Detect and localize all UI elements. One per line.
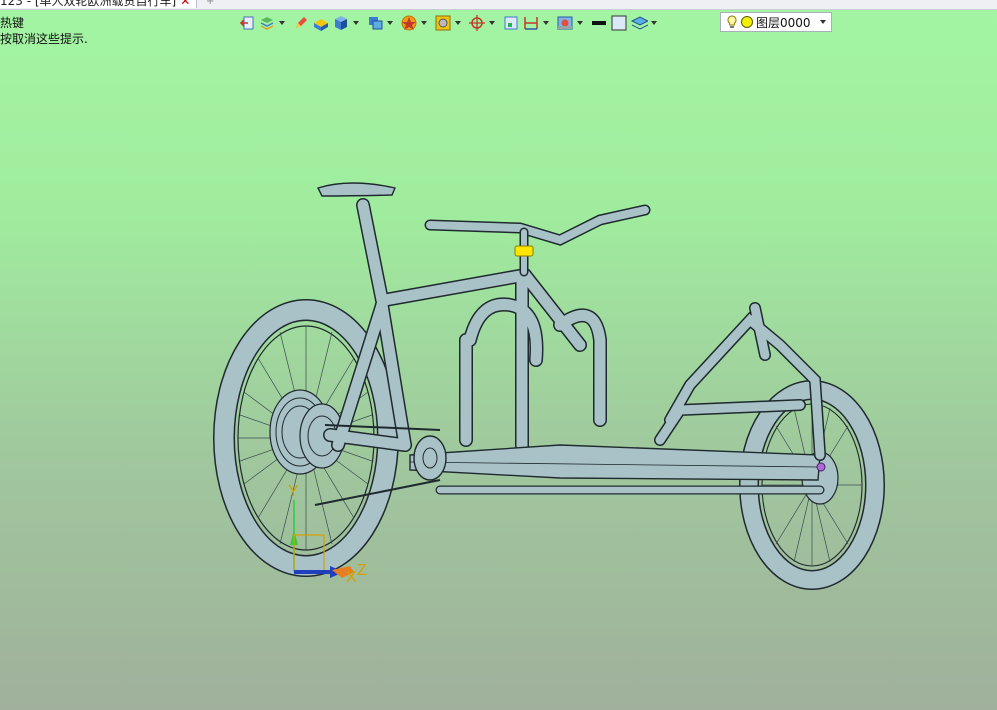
pencil-icon[interactable] [292, 14, 310, 32]
document-tab-bar: 123 - [单人双轮欧洲载货自行车] ✕ + [0, 0, 997, 10]
box-yellow-icon[interactable] [312, 14, 330, 32]
document-tab-title: 123 - [单人双轮欧洲载货自行车] [0, 0, 177, 8]
cad-viewport[interactable]: Y X Z [0, 40, 997, 710]
polygon-star-icon[interactable] [400, 14, 418, 32]
color-swatch-icon[interactable] [590, 14, 608, 32]
polygon-dropdown-arrow[interactable] [420, 14, 428, 32]
layers-dropdown-arrow[interactable] [278, 14, 286, 32]
small-box-icon[interactable] [502, 14, 520, 32]
axis-label-x: X [346, 569, 357, 586]
surface-dropdown-arrow[interactable] [386, 14, 394, 32]
render-view-icon[interactable] [556, 14, 574, 32]
plane-dropdown-arrow[interactable] [650, 14, 658, 32]
hole-icon[interactable] [434, 14, 452, 32]
hint-line-hotkeys: 热键 [0, 16, 25, 30]
cube-dropdown-arrow[interactable] [352, 14, 360, 32]
surface-icon[interactable] [366, 14, 384, 32]
view-toolbar [238, 12, 664, 34]
document-tab[interactable]: 123 - [单人双轮欧洲载货自行车] ✕ [0, 0, 198, 8]
layer-dropdown-arrow[interactable] [820, 20, 826, 24]
headset-highlight[interactable] [514, 245, 534, 257]
hole-dropdown-arrow[interactable] [454, 14, 462, 32]
dimension-icon[interactable] [522, 14, 540, 32]
layer-selector[interactable]: 图层0000 [720, 12, 832, 32]
layer-name: 图层0000 [756, 15, 811, 30]
layer-color-dot[interactable] [740, 15, 754, 29]
white-square-icon[interactable] [610, 14, 628, 32]
handlebar[interactable] [424, 204, 651, 277]
crosshair-icon[interactable] [468, 14, 486, 32]
crosshair-dropdown-arrow[interactable] [488, 14, 496, 32]
axis-label-z: Z [357, 562, 367, 579]
new-tab-icon[interactable]: + [206, 0, 214, 7]
close-tab-icon[interactable]: ✕ [180, 0, 190, 8]
axis-label-y: Y [288, 483, 299, 500]
dimension-dropdown-arrow[interactable] [542, 14, 550, 32]
saddle[interactable] [317, 182, 396, 197]
render-dropdown-arrow[interactable] [576, 14, 584, 32]
layers-stack-icon[interactable] [258, 14, 276, 32]
cube-icon[interactable] [332, 14, 350, 32]
front-head-frame[interactable] [654, 302, 826, 461]
plane-stack-icon[interactable] [630, 14, 648, 32]
exit-icon[interactable] [238, 14, 256, 32]
bulb-icon[interactable] [726, 14, 738, 30]
front-brake-caliper[interactable] [816, 462, 826, 472]
